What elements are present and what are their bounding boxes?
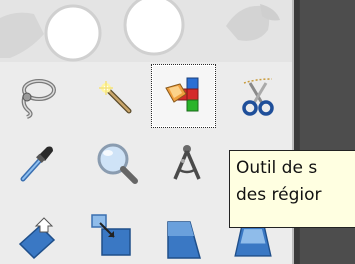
crop-tool[interactable] — [159, 214, 209, 264]
lasso-icon — [21, 79, 56, 119]
scissors-select-tool[interactable] — [233, 72, 283, 122]
color-picker-tool[interactable] — [12, 138, 62, 188]
measure-tool[interactable] — [162, 138, 212, 188]
tool-tooltip: Outil de s des régior — [229, 150, 355, 228]
zoom-tool[interactable] — [92, 138, 142, 188]
color-select-icon — [164, 77, 198, 112]
wilber-logo-fragment — [0, 0, 292, 62]
fuzzy-select-tool[interactable] — [92, 72, 142, 122]
magic-wand-icon — [99, 81, 132, 114]
move-tool[interactable] — [12, 214, 62, 264]
align-tool[interactable] — [86, 212, 136, 262]
move-icon — [18, 217, 56, 260]
scissors-icon — [242, 78, 274, 116]
compass-icon — [173, 145, 201, 180]
tooltip-line-1: Outil de s — [236, 158, 318, 178]
align-icon — [91, 214, 131, 256]
toolbox-header-art — [0, 0, 292, 62]
crop-icon — [167, 221, 201, 259]
tooltip-line-2: des régior — [236, 185, 322, 205]
magnifier-icon — [97, 143, 138, 184]
lasso-tool[interactable] — [12, 72, 62, 122]
select-by-color-tool[interactable] — [151, 64, 216, 128]
eyedropper-icon — [20, 146, 53, 182]
